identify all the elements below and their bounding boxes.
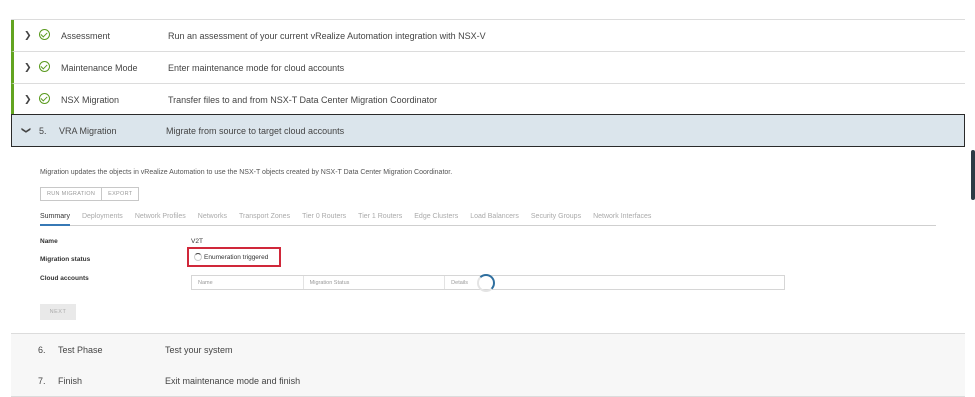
tab-network-profiles[interactable]: Network Profiles [135, 213, 186, 226]
migration-status-highlight: Enumeration triggered [187, 247, 281, 267]
step-maintenance-mode[interactable]: ❯ Maintenance Mode Enter maintenance mod… [11, 52, 965, 84]
step-number: 5. [39, 125, 47, 136]
cloud-accounts-label: Cloud accounts [40, 275, 89, 282]
tab-transport-zones[interactable]: Transport Zones [239, 213, 290, 226]
top-divider [11, 10, 965, 20]
step-description: Enter maintenance mode for cloud account… [168, 62, 345, 73]
chevron-right-icon[interactable]: ❯ [24, 62, 34, 73]
scrollbar-handle[interactable] [971, 150, 975, 200]
tab-tier0-routers[interactable]: Tier 0 Routers [302, 213, 346, 226]
step-number: 6. [38, 344, 46, 355]
step-vra-migration[interactable]: ❯ 5. VRA Migration Migrate from source t… [11, 114, 965, 147]
name-label: Name [40, 238, 58, 245]
vra-migration-panel: Migration updates the objects in vRealiz… [11, 147, 965, 334]
step-title: Test Phase [58, 344, 103, 355]
check-circle-icon [39, 29, 50, 40]
step-description: Migrate from source to target cloud acco… [166, 125, 345, 136]
export-button[interactable]: EXPORT [102, 187, 140, 201]
step-number: 7. [38, 375, 46, 386]
run-migration-button[interactable]: RUN MIGRATION [40, 187, 103, 201]
chevron-right-icon[interactable]: ❯ [24, 94, 34, 105]
tab-summary[interactable]: Summary [40, 213, 70, 226]
table-loading-spinner-icon [477, 274, 495, 292]
step-test-phase[interactable]: 6. Test Phase Test your system [11, 334, 965, 366]
name-value: V2T [191, 238, 203, 245]
step-title: Finish [58, 375, 83, 386]
step-description: Exit maintenance mode and finish [165, 375, 301, 386]
chevron-right-icon[interactable]: ❯ [24, 30, 34, 41]
step-nsx-migration[interactable]: ❯ NSX Migration Transfer files to and fr… [11, 84, 965, 116]
column-header-name[interactable]: Name [192, 276, 304, 289]
loading-spinner-icon [194, 253, 202, 261]
check-circle-icon [39, 93, 50, 104]
check-circle-icon [39, 61, 50, 72]
tab-deployments[interactable]: Deployments [82, 213, 123, 226]
step-assessment[interactable]: ❯ Assessment Run an assessment of your c… [11, 20, 965, 52]
tab-tier1-routers[interactable]: Tier 1 Routers [358, 213, 402, 226]
tab-edge-clusters[interactable]: Edge Clusters [414, 213, 458, 226]
step-description: Run an assessment of your current vReali… [168, 30, 486, 41]
tab-security-groups[interactable]: Security Groups [531, 213, 581, 226]
step-description: Transfer files to and from NSX-T Data Ce… [168, 94, 438, 105]
column-header-migration-status[interactable]: Migration Status [304, 276, 446, 289]
tab-load-balancers[interactable]: Load Balancers [470, 213, 519, 226]
panel-tabs: Summary Deployments Network Profiles Net… [40, 213, 936, 226]
column-header-details[interactable]: Details [445, 276, 784, 289]
panel-intro: Migration updates the objects in vRealiz… [40, 169, 453, 176]
next-button[interactable]: NEXT [40, 304, 76, 320]
tab-network-interfaces[interactable]: Network Interfaces [593, 213, 651, 226]
action-buttons: RUN MIGRATION EXPORT [40, 187, 140, 201]
migration-status-label: Migration status [40, 256, 91, 263]
migration-status-value: Enumeration triggered [204, 253, 269, 261]
tab-networks[interactable]: Networks [198, 213, 227, 226]
step-description: Test your system [165, 344, 233, 355]
step-finish[interactable]: 7. Finish Exit maintenance mode and fini… [11, 365, 965, 397]
chevron-down-icon[interactable]: ❯ [21, 127, 32, 137]
step-title: NSX Migration [61, 94, 120, 105]
step-title: VRA Migration [59, 125, 117, 136]
step-title: Assessment [61, 30, 111, 41]
step-title: Maintenance Mode [61, 62, 138, 73]
